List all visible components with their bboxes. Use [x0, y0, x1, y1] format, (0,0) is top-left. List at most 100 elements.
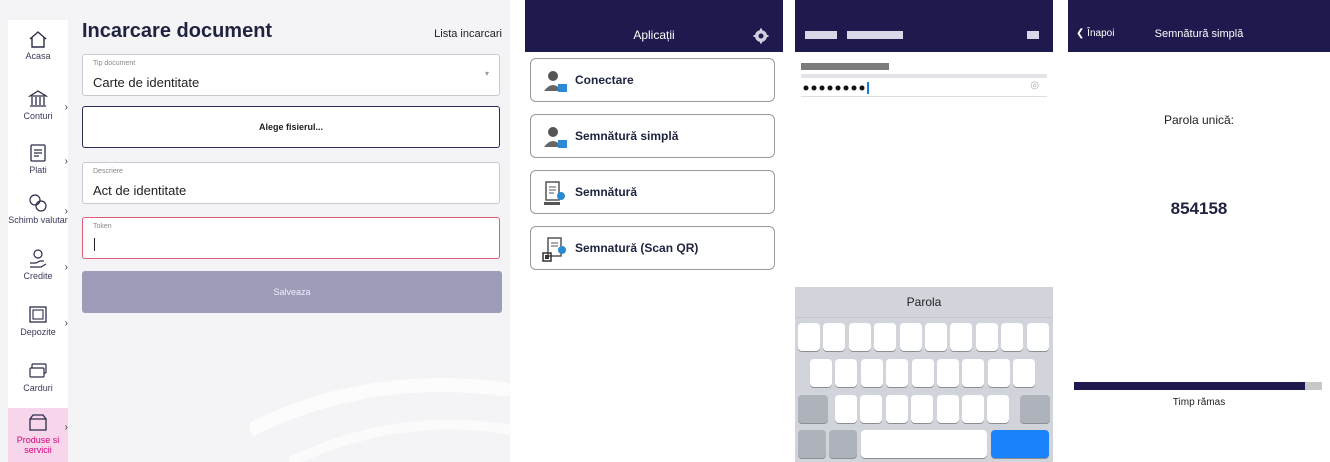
nav-item-acasa[interactable]: Acasa	[8, 28, 68, 72]
keyboard-key[interactable]	[835, 395, 857, 423]
cards-icon	[29, 363, 47, 378]
time-remaining-label: Timp rămas	[1172, 397, 1226, 408]
shift-key[interactable]	[798, 395, 828, 423]
globe-key[interactable]	[829, 430, 857, 458]
deposit-icon	[29, 306, 47, 323]
nav-item-conturi[interactable]: Conturi ›	[8, 88, 68, 132]
payments-icon	[30, 144, 46, 162]
numbers-key[interactable]	[798, 430, 826, 458]
document-signature-icon	[544, 181, 565, 205]
nav-item-schimb-valutar[interactable]: Schimb valutar ›	[8, 192, 68, 242]
nav-item-depozite[interactable]: Depozite ›	[8, 304, 68, 348]
keyboard-key[interactable]	[848, 323, 871, 351]
home-icon	[29, 31, 47, 48]
time-remaining-fill	[1074, 382, 1305, 390]
nav-bar	[795, 0, 1053, 52]
otp-code: 854158	[1170, 199, 1228, 218]
keyboard-key[interactable]	[925, 323, 947, 351]
products-icon	[29, 414, 47, 431]
keyboard-key[interactable]	[899, 323, 922, 351]
keyboard-key[interactable]	[987, 395, 1010, 423]
app-button-semnatura-scan-qr[interactable]: Semnatură (Scan QR)	[530, 226, 775, 270]
blurred-title	[805, 31, 903, 39]
keyboard-key[interactable]	[937, 359, 959, 387]
keyboard-key[interactable]	[860, 395, 883, 423]
nav-item-produse-si-servicii[interactable]: Produse si servicii ›	[8, 408, 68, 462]
app-label: Semnatură (Scan QR)	[575, 241, 699, 255]
nav-label: Acasa	[25, 51, 51, 61]
nav-bar: ❮ Înapoi Semnătură simplă	[1068, 0, 1330, 52]
keyboard-key[interactable]	[1026, 323, 1049, 351]
page-title: Incarcare document	[82, 20, 273, 42]
return-key[interactable]	[991, 430, 1049, 458]
keyboard-key[interactable]	[936, 395, 959, 423]
space-key[interactable]	[861, 430, 987, 458]
password-field[interactable]: ◎	[801, 80, 1047, 97]
backspace-key[interactable]	[1020, 395, 1050, 423]
keyboard: Parola	[795, 287, 1053, 462]
qr-signature-icon	[542, 237, 566, 262]
keyboard-key[interactable]	[950, 323, 973, 351]
blurred-action[interactable]	[1027, 30, 1039, 40]
choose-file-button[interactable]: Alege fisierul...	[82, 106, 500, 148]
applications-screen: Aplicații Conectare Semnătură simplă Sem…	[525, 0, 783, 462]
keyboard-suggestion[interactable]: Parola	[795, 295, 1053, 309]
bank-icon	[27, 90, 49, 107]
keyboard-key[interactable]	[886, 359, 909, 387]
nav-item-plati[interactable]: Plati ›	[8, 142, 68, 186]
chevron-right-icon: ›	[64, 318, 68, 329]
description-value: Act de identitate	[93, 183, 187, 198]
uploads-list-link[interactable]: Lista incarcari	[434, 28, 502, 40]
app-button-semnatura-simpla[interactable]: Semnătură simplă	[530, 114, 775, 158]
text-cursor	[867, 82, 869, 94]
keyboard-key[interactable]	[885, 395, 908, 423]
keyboard-key[interactable]	[1013, 359, 1036, 387]
keyboard-key[interactable]	[860, 359, 883, 387]
keyboard-key[interactable]	[911, 359, 934, 387]
gear-icon[interactable]	[753, 28, 769, 44]
blurred-field-label	[801, 63, 889, 70]
token-field[interactable]: Token	[82, 217, 500, 259]
keyboard-suggestion-bar: Parola	[795, 287, 1053, 318]
nav-label: Schimb valutar	[8, 215, 68, 225]
nav-label: Carduri	[23, 383, 53, 393]
chevron-right-icon: ›	[64, 262, 68, 273]
app-label: Semnătură simplă	[575, 129, 679, 143]
document-upload-screen: Acasa Conturi › Plati › Schimb valutar ›…	[0, 0, 510, 462]
keyboard-key[interactable]	[962, 359, 985, 387]
currency-exchange-icon	[29, 194, 47, 212]
app-button-semnatura[interactable]: Semnătură	[530, 170, 775, 214]
document-type-select[interactable]: Tip document Carte de identitate ▾	[82, 54, 500, 96]
keyboard-key[interactable]	[975, 323, 998, 351]
chevron-right-icon: ›	[64, 156, 68, 167]
chevron-down-icon: ▾	[484, 69, 489, 78]
screen-title: Aplicații	[633, 28, 675, 42]
document-type-label: Tip document	[93, 60, 136, 67]
keyboard-key[interactable]	[874, 323, 897, 351]
nav-item-credite[interactable]: Credite ›	[8, 248, 68, 292]
keyboard-key[interactable]	[1001, 323, 1024, 351]
app-button-conectare[interactable]: Conectare	[530, 58, 775, 102]
document-type-value: Carte de identitate	[93, 75, 200, 90]
sidebar: Acasa Conturi › Plati › Schimb valutar ›…	[8, 20, 68, 462]
one-time-password-screen: ❮ Înapoi Semnătură simplă Parola unică: …	[1068, 0, 1330, 462]
nav-label: Plati	[29, 165, 47, 175]
keyboard-key[interactable]	[798, 323, 820, 351]
keyboard-key[interactable]	[823, 323, 846, 351]
show-password-icon[interactable]: ◎	[1030, 80, 1039, 91]
chevron-right-icon: ›	[64, 422, 68, 433]
nav-label: Conturi	[23, 111, 53, 121]
keyboard-key[interactable]	[810, 359, 832, 387]
keyboard-key[interactable]	[835, 359, 858, 387]
text-cursor	[94, 238, 95, 251]
keyboard-key[interactable]	[911, 395, 934, 423]
nav-item-carduri[interactable]: Carduri	[8, 360, 68, 404]
screen-title: Semnătură simplă	[1154, 28, 1244, 40]
keyboard-key[interactable]	[987, 359, 1010, 387]
password-entry-screen: ◎ Parola	[795, 0, 1053, 462]
user-key-icon	[544, 127, 567, 148]
keyboard-key[interactable]	[962, 395, 984, 423]
description-field[interactable]: Descriere Act de identitate	[82, 162, 500, 204]
nav-bar: Aplicații	[525, 0, 783, 52]
user-key-icon	[544, 71, 567, 92]
